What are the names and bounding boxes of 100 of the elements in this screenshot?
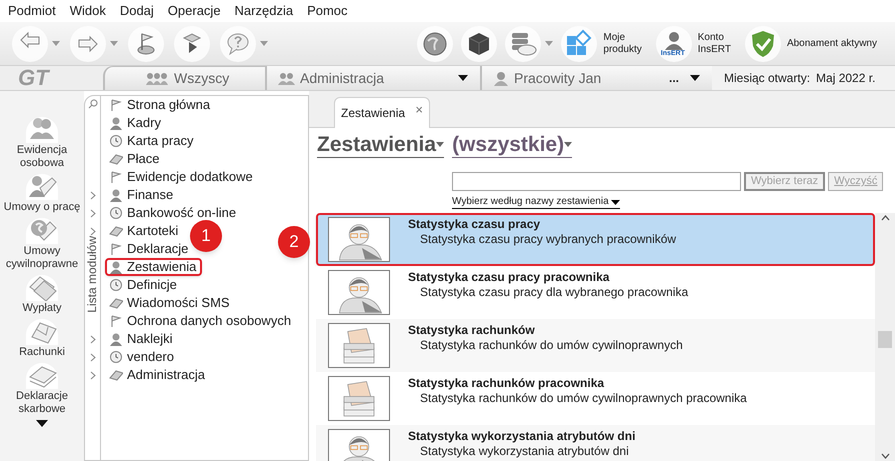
month-value: Maj 2022 r.	[816, 70, 876, 87]
flag-icon	[109, 170, 123, 184]
module-item[interactable]: Administracja	[105, 366, 212, 384]
filter-dropdown[interactable]: (wszystkie)	[452, 132, 572, 158]
more-icon[interactable]: ...	[668, 69, 679, 87]
expand-icon[interactable]	[90, 208, 96, 218]
person-icon	[109, 260, 123, 274]
search-mode-link[interactable]: Wybierz według nazwy zestawienia	[452, 196, 620, 209]
report-description: Statystyka rachunków do umów cywilnoprawnych	[419, 337, 683, 352]
menu-item[interactable]: Dodaj	[120, 1, 154, 21]
sidebar-item[interactable]: Umowy cywilnoprawne	[2, 244, 82, 271]
caret-icon	[545, 41, 554, 46]
people-icon	[277, 70, 295, 86]
tile-icon	[109, 368, 123, 382]
toolbar-button[interactable]	[461, 26, 498, 62]
module-item[interactable]: Finanse	[105, 186, 180, 204]
report-row[interactable]: Statystyka wykorzystania atrybutów dni Statystyka wykorzystania atrybutów dni	[316, 425, 875, 461]
person-icon	[109, 116, 123, 130]
clock-icon	[109, 134, 123, 148]
menu-item[interactable]: Operacje	[168, 1, 221, 21]
toolbar-button[interactable]: Moje produkty	[561, 26, 648, 62]
caret-icon	[110, 41, 118, 46]
scrollbar[interactable]	[875, 213, 895, 461]
panel-title: Lista modułów	[86, 236, 99, 313]
toolbar-label: InsERT	[698, 44, 731, 56]
module-item[interactable]: Kadry	[105, 114, 167, 132]
caret-icon	[260, 41, 268, 46]
person-icon	[109, 188, 123, 202]
clock-icon	[109, 278, 123, 292]
category-dropdown[interactable]: Zestawienia	[317, 132, 444, 158]
caret-icon[interactable]	[610, 200, 620, 204]
module-item[interactable]: Definicje	[105, 276, 183, 294]
toolbar-label: Abonament aktywny	[786, 38, 877, 50]
module-item[interactable]: Bankowość on-line	[105, 204, 242, 222]
module-item[interactable]: vendero	[105, 348, 180, 366]
report-description: Statystyka wykorzystania atrybutów dni	[419, 443, 630, 458]
report-title: Statystyka czasu pracy	[408, 217, 542, 231]
close-icon[interactable]: ×	[415, 100, 423, 120]
caret-icon[interactable]	[690, 75, 700, 81]
sidebar-item[interactable]: Umowy o pracę	[4, 200, 80, 214]
toolbar-label: produkty	[603, 44, 642, 56]
flag-icon	[109, 242, 123, 256]
module-item[interactable]: Ochrona danych osobowych	[105, 312, 298, 330]
report-description: Statystyka rachunków do umów cywilnoprawnych pracownika	[419, 390, 747, 405]
scroll-down-icon[interactable]	[880, 453, 890, 459]
module-item[interactable]: Karta pracy	[105, 132, 200, 150]
module-item[interactable]: Zestawienia	[105, 258, 202, 276]
toolbar-button[interactable]	[417, 26, 454, 62]
module-item[interactable]: Kartoteki	[105, 222, 184, 240]
sidebar-item[interactable]: Rachunki	[19, 345, 65, 359]
scroll-down-icon[interactable]	[36, 420, 48, 427]
toolbar-button[interactable]: Abonament aktywny	[744, 26, 883, 62]
clock-icon	[109, 206, 123, 220]
toolbar-button[interactable]	[128, 26, 164, 62]
report-title: Statystyka wykorzystania atrybutów dni	[408, 429, 636, 443]
report-title: Statystyka rachunków	[408, 323, 536, 337]
sidebar-item[interactable]: Deklaracje skarbowe	[2, 389, 82, 416]
expand-icon[interactable]	[90, 352, 96, 362]
module-item[interactable]: Strona główna	[105, 96, 216, 114]
expand-icon[interactable]	[90, 334, 96, 344]
report-title: Statystyka rachunków pracownika	[408, 376, 606, 390]
month-label: Miesiąc otwarty:	[724, 70, 810, 87]
menu-item[interactable]: Pomoc	[307, 1, 348, 21]
sidebar-item[interactable]: Ewidencja osobowa	[2, 143, 82, 170]
report-description: Statystyka czasu pracy dla wybranego pracownika	[419, 284, 688, 299]
context-selector[interactable]: Wszyscy	[103, 66, 265, 90]
report-row[interactable]: Statystyka czasu pracy Statystyka czasu pracy wybranych pracowników	[316, 213, 875, 266]
scrollbar-thumb[interactable]	[878, 331, 892, 348]
caret-icon	[52, 41, 60, 46]
sidebar-item[interactable]: Wypłaty	[22, 301, 62, 315]
expand-icon[interactable]	[90, 190, 96, 200]
person-icon	[492, 70, 509, 86]
tile-icon	[109, 224, 123, 238]
report-row[interactable]: Statystyka rachunków Statystyka rachunków do umów cywilnoprawnych	[316, 319, 875, 372]
toolbar-label: Moje	[603, 32, 626, 44]
tile-icon	[109, 152, 123, 166]
context-selector[interactable]: Pracowity Jan ...	[480, 66, 712, 90]
module-item[interactable]: Płace	[105, 150, 166, 168]
people-icon	[145, 71, 169, 86]
toolbar-label: Konto	[698, 32, 725, 44]
logo: GT	[18, 67, 49, 89]
scroll-up-icon[interactable]	[880, 215, 890, 221]
tile-icon	[109, 296, 123, 310]
report-description: Statystyka czasu pracy wybranych pracowników	[419, 231, 676, 246]
menu-item[interactable]: Narzędzia	[234, 1, 294, 21]
module-item[interactable]: Wiadomości SMS	[105, 294, 236, 312]
menu-item[interactable]: Podmiot	[8, 1, 56, 21]
expand-icon[interactable]	[90, 370, 96, 380]
person-icon	[109, 332, 123, 346]
flag-icon	[109, 98, 123, 112]
search-field[interactable]	[452, 172, 741, 191]
report-title: Statystyka czasu pracy pracownika	[408, 270, 610, 284]
context-selector[interactable]: Administracja	[265, 66, 480, 90]
menu-item[interactable]: Widok	[70, 1, 106, 21]
expand-icon[interactable]	[90, 226, 96, 236]
module-item[interactable]: Naklejki	[105, 330, 179, 348]
toolbar-button[interactable]	[174, 26, 210, 62]
document-tab[interactable]: Zestawienia ×	[334, 97, 430, 128]
module-item[interactable]: Ewidencje dodatkowe	[105, 168, 259, 186]
caret-icon[interactable]	[458, 75, 468, 81]
